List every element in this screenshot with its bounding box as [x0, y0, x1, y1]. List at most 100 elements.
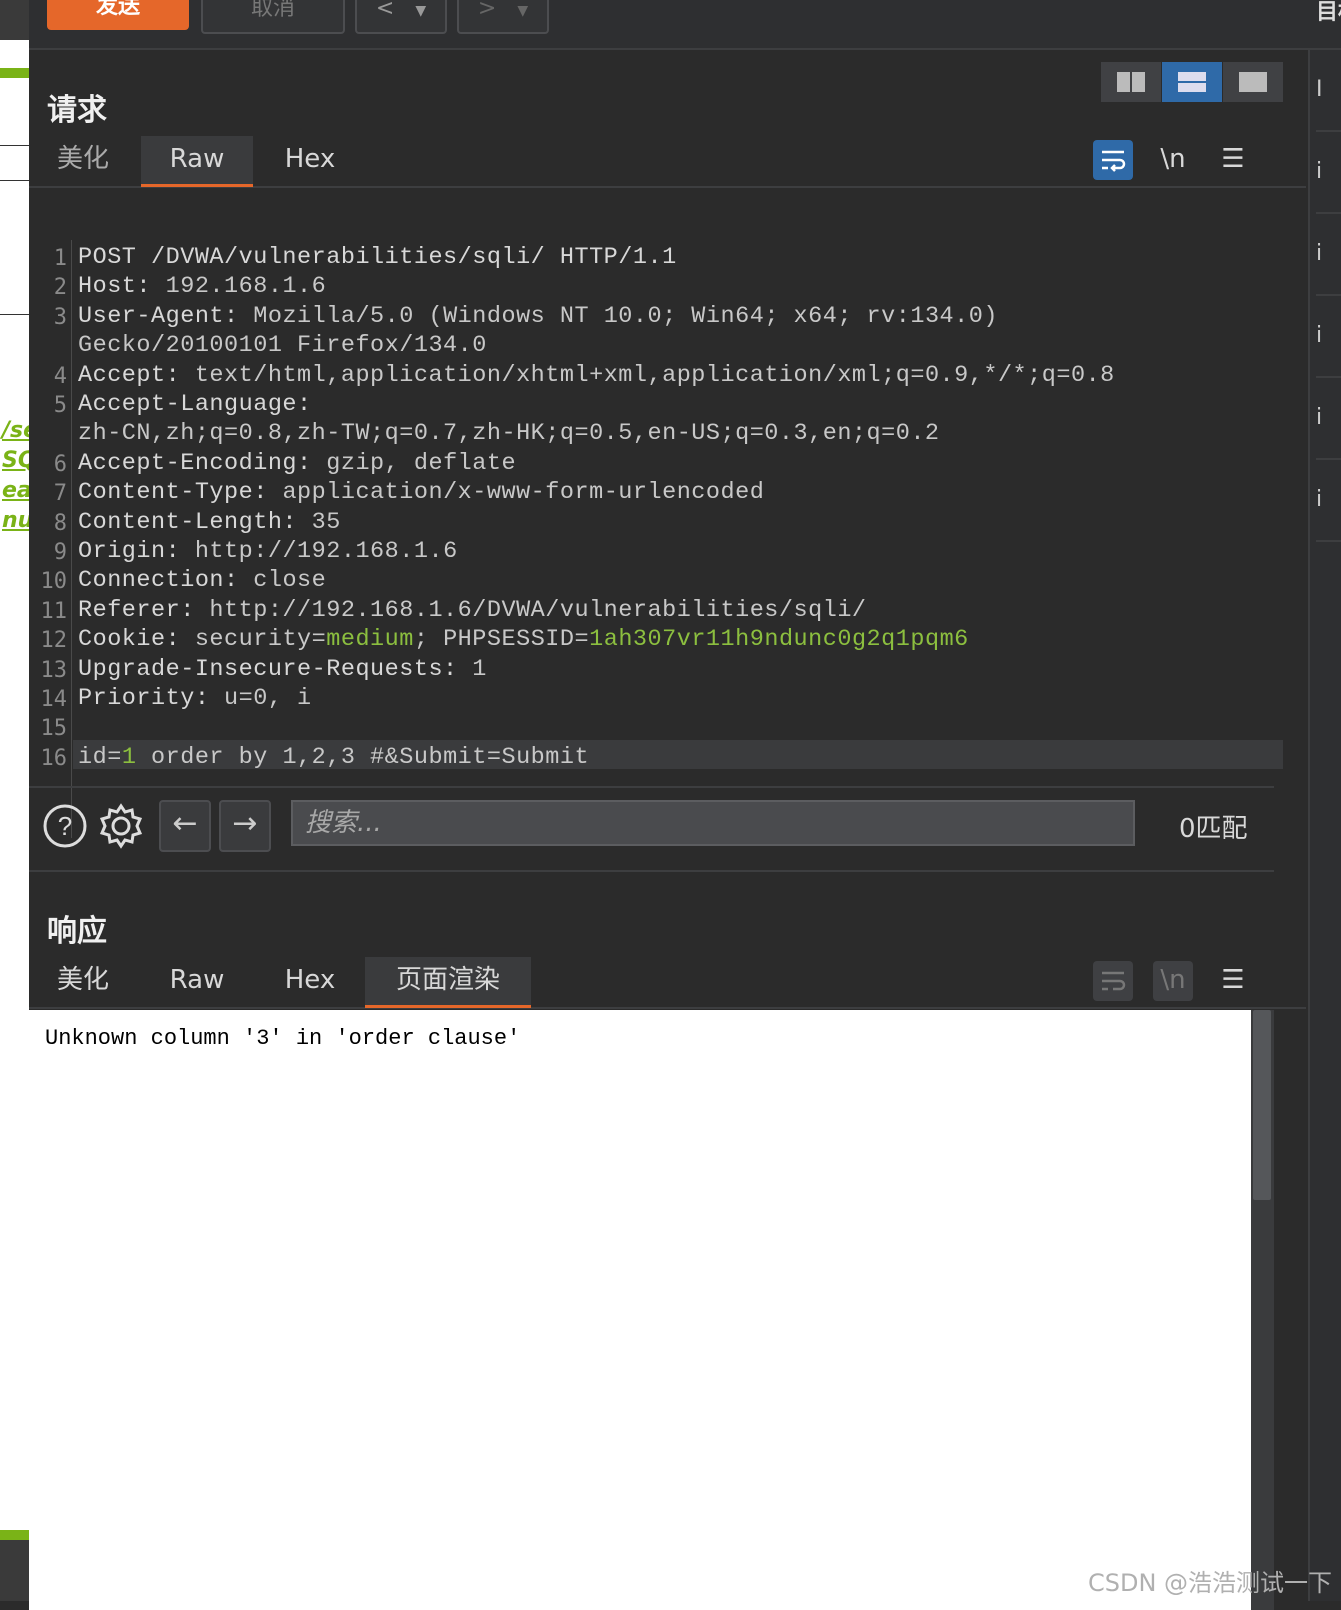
divider — [0, 145, 29, 146]
tab-raw[interactable]: Raw — [141, 136, 253, 187]
code-token: User-Agent: — [78, 302, 254, 330]
tab-hex[interactable]: Hex — [257, 136, 363, 184]
layout-single-button[interactable] — [1223, 62, 1283, 102]
highlighted-value: 1ah307vr11h9ndunc0g2q1pqm6 — [589, 626, 969, 654]
inspector-item[interactable]: i — [1316, 378, 1341, 460]
code-line: Content-Type: application/x-www-form-url… — [78, 479, 764, 506]
layout-side-by-side-button[interactable] — [1101, 62, 1161, 102]
line-number: 11 — [40, 598, 68, 624]
hamburger-menu-icon[interactable]: ☰ — [1213, 961, 1253, 1001]
chevron-down-icon[interactable]: ▼ — [415, 3, 426, 19]
background-link-fragment: eat — [2, 478, 29, 503]
background-link-fragment: SQ — [2, 448, 29, 473]
wrap-lines-icon[interactable] — [1093, 140, 1133, 180]
render-scrollbar[interactable] — [1251, 1010, 1274, 1610]
single-pane-icon — [1239, 72, 1267, 92]
request-title: 请求 — [47, 93, 107, 128]
code-line: Referer: http://192.168.1.6/DVWA/vulnera… — [78, 597, 867, 624]
code-token: Origin: — [78, 538, 195, 565]
line-number: 6 — [53, 451, 67, 477]
line-number: 16 — [40, 745, 68, 771]
code-token: Cookie: — [78, 626, 195, 654]
divider — [0, 180, 29, 181]
code-line: Accept-Language: — [78, 391, 326, 418]
code-token: ; PHPSESSID= — [413, 626, 590, 654]
code-token: Content-Length: — [78, 508, 312, 536]
code-line: Origin: http://192.168.1.6 — [78, 538, 458, 565]
tab-pretty[interactable]: 美化 — [29, 957, 137, 1005]
inspector-item[interactable]: I — [1316, 50, 1341, 132]
tab-hex[interactable]: Hex — [257, 957, 363, 1005]
tab-raw[interactable]: Raw — [141, 957, 253, 1005]
rows-icon — [1178, 72, 1206, 92]
code-line: User-Agent: Mozilla/5.0 (Windows NT 10.0… — [78, 303, 998, 330]
background-browser-strip: /se SQ eat nu — [0, 0, 29, 1601]
code-token: gzip, deflate — [326, 449, 517, 477]
code-token: Connection: — [78, 567, 254, 595]
rendered-page-view[interactable]: Unknown column '3' in 'order clause' — [29, 1010, 1251, 1610]
history-forward-button[interactable]: > ▼ — [457, 0, 549, 34]
chevron-down-icon[interactable]: ▼ — [517, 3, 528, 19]
background-link-fragment: /se — [2, 418, 29, 443]
code-line: id=1 order by 1,2,3 #&Submit=Submit — [78, 744, 589, 771]
history-forward-label: > — [477, 0, 497, 21]
code-line: Accept: text/html,application/xhtml+xml,… — [78, 362, 1115, 389]
code-line: Priority: u=0, i — [78, 685, 312, 712]
line-number: 2 — [53, 275, 67, 301]
background-dark-bottom — [0, 1540, 29, 1601]
request-editor[interactable]: 1 POST /DVWA/vulnerabilities/sqli/ HTTP/1… — [29, 240, 1283, 838]
response-tabs: 美化 Raw Hex 页面渲染 \n ☰ — [29, 957, 1306, 1009]
inspector-item[interactable]: i — [1316, 460, 1341, 542]
target-label[interactable]: 目标 — [1316, 0, 1341, 26]
code-token: http://192.168.1.6 — [194, 538, 458, 565]
background-dark-top — [0, 0, 29, 40]
search-bar: ? ← → 0匹配 — [29, 786, 1274, 872]
code-token: 35 — [311, 508, 341, 536]
show-newlines-button[interactable]: \n — [1153, 140, 1193, 180]
line-number: 14 — [40, 687, 68, 712]
line-number: 13 — [40, 657, 68, 683]
tab-render[interactable]: 页面渲染 — [365, 957, 531, 1008]
history-back-label: < — [375, 0, 395, 21]
gear-icon[interactable] — [97, 802, 145, 850]
background-link-fragment: nu — [2, 508, 29, 533]
code-token: close — [253, 567, 327, 595]
hamburger-menu-icon[interactable]: ☰ — [1213, 140, 1253, 180]
send-button[interactable]: 发送 — [47, 0, 189, 30]
code-token: 192.168.1.6 — [165, 273, 327, 301]
show-newlines-button[interactable]: \n — [1153, 961, 1193, 1001]
background-green-bar — [0, 1530, 29, 1540]
tab-pretty[interactable]: 美化 — [29, 136, 137, 184]
inspector-item[interactable]: i — [1316, 132, 1341, 214]
scrollbar-thumb[interactable] — [1253, 1010, 1271, 1200]
arrow-right-icon: → — [232, 806, 258, 841]
code-token: Referer: — [78, 596, 210, 624]
search-prev-button[interactable]: ← — [159, 800, 211, 852]
code-line: Connection: close — [78, 567, 326, 594]
search-input[interactable] — [291, 800, 1135, 846]
code-token: Host: — [78, 273, 166, 301]
arrow-left-icon: ← — [172, 806, 198, 841]
code-token: id= — [78, 743, 122, 771]
code-token: text/html,application/xhtml+xml,applicat… — [194, 361, 1115, 389]
repeater-toolbar: 发送 取消 < ▼ > ▼ 目标 — [29, 0, 1341, 50]
code-token: POST /DVWA/vulnerabilities/sqli/ HTTP/1.… — [78, 244, 677, 271]
line-number: 10 — [40, 569, 68, 595]
layout-stacked-button[interactable] — [1162, 62, 1222, 102]
wrap-lines-icon[interactable] — [1093, 961, 1133, 1001]
columns-icon — [1117, 72, 1145, 92]
code-token: security= — [194, 626, 327, 654]
help-icon[interactable]: ? — [41, 802, 89, 850]
line-number: 1 — [53, 246, 67, 271]
cancel-button[interactable]: 取消 — [201, 0, 345, 34]
line-number: 15 — [40, 716, 68, 742]
history-back-button[interactable]: < ▼ — [355, 0, 447, 34]
code-line: Content-Length: 35 — [78, 509, 341, 536]
match-count: 0匹配 — [1179, 814, 1248, 844]
inspector-item[interactable]: i — [1316, 296, 1341, 378]
inspector-item[interactable]: i — [1316, 214, 1341, 296]
code-line: Cookie: security=medium; PHPSESSID=1ah30… — [78, 626, 969, 653]
code-line: Upgrade-Insecure-Requests: 1 — [78, 656, 487, 683]
search-next-button[interactable]: → — [219, 800, 271, 852]
response-title: 响应 — [47, 914, 107, 949]
